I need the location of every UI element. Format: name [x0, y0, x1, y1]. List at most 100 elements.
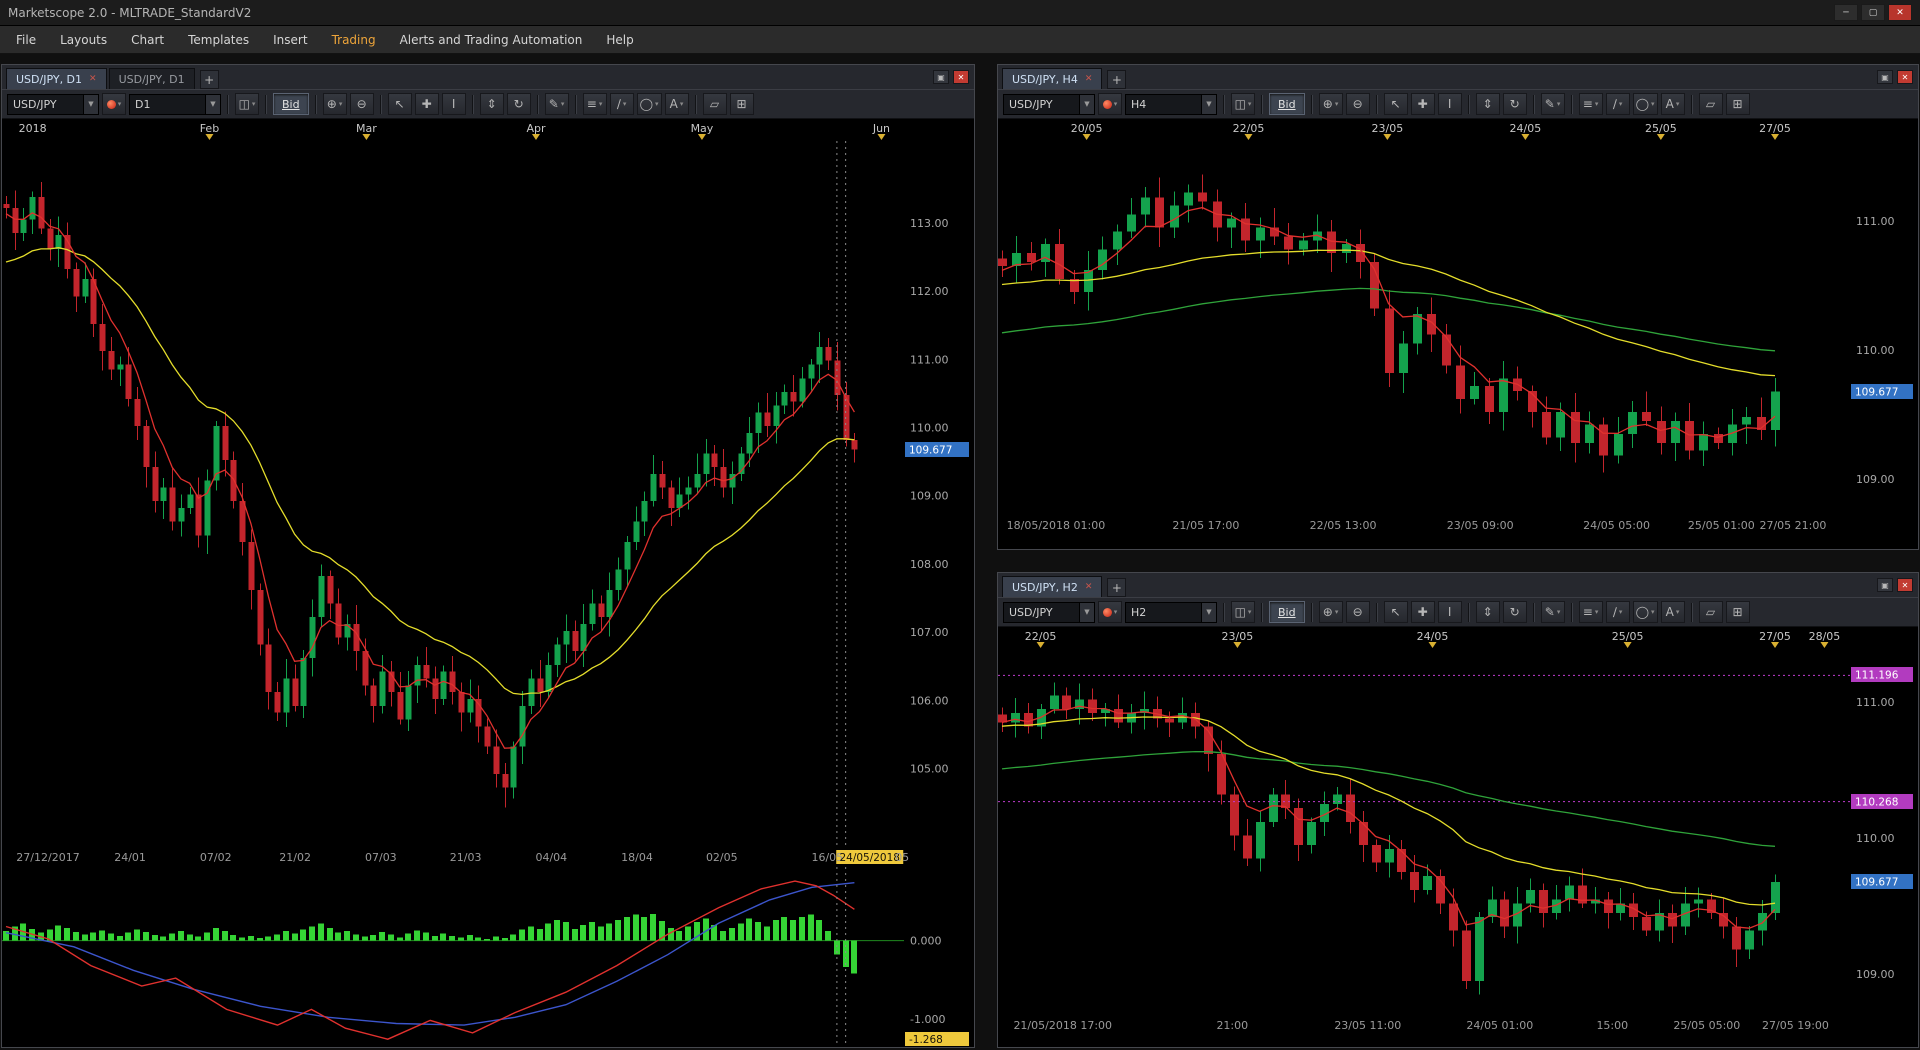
- draw-pencil-button[interactable]: ✎ ▾: [544, 93, 569, 115]
- symbol-dropdown[interactable]: USD/JPY ▼: [1003, 93, 1095, 115]
- annotations-icon: A: [669, 97, 678, 111]
- refresh-button[interactable]: ↻: [1502, 93, 1527, 115]
- instrument-menu-button[interactable]: ▾: [102, 93, 126, 115]
- toolbar-separator: [1310, 94, 1313, 114]
- dropdown-caret-icon: ▾: [1675, 608, 1680, 616]
- bid-button[interactable]: Bid: [273, 93, 309, 115]
- shapes-button[interactable]: ◯ ▾: [1632, 601, 1658, 623]
- instrument-menu-button[interactable]: ▾: [1098, 93, 1122, 115]
- maximize-button[interactable]: ▢: [1861, 4, 1885, 21]
- cursor-button[interactable]: ↖: [387, 93, 412, 115]
- refresh-button[interactable]: ↻: [506, 93, 531, 115]
- tabbar-h2: USD/JPY, H2 ✕ + ▣ ✕: [998, 573, 1918, 597]
- menu-item-layouts[interactable]: Layouts: [48, 26, 119, 53]
- menu-item-insert[interactable]: Insert: [261, 26, 319, 53]
- fit-vertical-button[interactable]: ⇕: [479, 93, 504, 115]
- crosshair-button[interactable]: ✚: [414, 93, 439, 115]
- panel-restore-button[interactable]: ▣: [1877, 70, 1893, 84]
- minimize-button[interactable]: ─: [1834, 4, 1858, 21]
- crosshair-button[interactable]: ✚: [1410, 93, 1435, 115]
- menu-item-trading[interactable]: Trading: [320, 26, 388, 53]
- menu-item-templates[interactable]: Templates: [176, 26, 261, 53]
- fit-vertical-button[interactable]: ⇕: [1475, 93, 1500, 115]
- svg-text:18/04: 18/04: [621, 851, 653, 864]
- grid-button[interactable]: ⊞: [1725, 93, 1750, 115]
- indicators-button[interactable]: ≡ ▾: [582, 93, 607, 115]
- tab-usd-jpy-h2-active[interactable]: USD/JPY, H2 ✕: [1002, 576, 1103, 597]
- refresh-button[interactable]: ↻: [1502, 601, 1527, 623]
- eraser-button[interactable]: ▱: [1698, 601, 1723, 623]
- svg-text:24/05/2018: 24/05/2018: [839, 852, 900, 864]
- tab-close-icon[interactable]: ✕: [1085, 582, 1093, 592]
- menu-item-chart[interactable]: Chart: [119, 26, 176, 53]
- zoom-in-button[interactable]: ⊕ ▾: [1318, 601, 1343, 623]
- tab-close-icon[interactable]: ✕: [89, 74, 97, 84]
- annotations-button[interactable]: A ▾: [1660, 93, 1685, 115]
- shapes-button[interactable]: ◯ ▾: [1632, 93, 1658, 115]
- trendline-button[interactable]: ∕ ▾: [1605, 93, 1630, 115]
- zoom-out-button[interactable]: ⊖: [1345, 601, 1370, 623]
- period-dropdown[interactable]: H2 ▼: [1125, 601, 1217, 623]
- panel-restore-button[interactable]: ▣: [1877, 578, 1893, 592]
- symbol-dropdown[interactable]: USD/JPY ▼: [7, 93, 99, 115]
- add-tab-button[interactable]: +: [1107, 70, 1127, 89]
- eraser-button[interactable]: ▱: [702, 93, 727, 115]
- chart-canvas-h2[interactable]: 22/05 23/05 24/05 25/05 27/05 28/05 111.00 110.…: [998, 627, 1918, 1047]
- trendline-button[interactable]: ∕ ▾: [1605, 601, 1630, 623]
- grid-button[interactable]: ⊞: [1725, 601, 1750, 623]
- trendline-button[interactable]: ∕ ▾: [609, 93, 634, 115]
- panel-close-button[interactable]: ✕: [1897, 70, 1913, 84]
- text-cursor-button[interactable]: I: [1437, 601, 1462, 623]
- chart-canvas-d1[interactable]: 2018 Feb Mar Apr May Jun 113.00 112.00 111.00 110…: [2, 119, 974, 1047]
- symbol-dropdown[interactable]: USD/JPY ▼: [1003, 601, 1095, 623]
- svg-text:-1.000: -1.000: [910, 1013, 945, 1026]
- text-cursor-button[interactable]: I: [441, 93, 466, 115]
- close-button[interactable]: ✕: [1888, 4, 1912, 21]
- annotations-button[interactable]: A ▾: [1660, 601, 1685, 623]
- indicators-button[interactable]: ≡ ▾: [1578, 93, 1603, 115]
- tab-close-icon[interactable]: ✕: [1085, 74, 1093, 84]
- crosshair-button[interactable]: ✚: [1410, 601, 1435, 623]
- zoom-out-button[interactable]: ⊖: [349, 93, 374, 115]
- indicators-icon: ≡: [1582, 97, 1593, 111]
- zoom-in-button[interactable]: ⊕ ▾: [322, 93, 347, 115]
- fit-vertical-button[interactable]: ⇕: [1475, 601, 1500, 623]
- cursor-button[interactable]: ↖: [1383, 601, 1408, 623]
- draw-pencil-button[interactable]: ✎ ▾: [1540, 601, 1565, 623]
- menu-item-alerts-and-trading-automation[interactable]: Alerts and Trading Automation: [388, 26, 595, 53]
- tab-usd-jpy-h4-active[interactable]: USD/JPY, H4 ✕: [1002, 68, 1103, 89]
- zoom-in-button[interactable]: ⊕ ▾: [1318, 93, 1343, 115]
- panel-restore-button[interactable]: ▣: [933, 70, 949, 84]
- shapes-button[interactable]: ◯ ▾: [636, 93, 662, 115]
- add-tab-button[interactable]: +: [1107, 578, 1127, 597]
- bid-button[interactable]: Bid: [1269, 601, 1305, 623]
- cursor-button[interactable]: ↖: [1383, 93, 1408, 115]
- tab-usd-jpy-d1-active[interactable]: USD/JPY, D1 ✕: [6, 68, 107, 89]
- time-axis-label: Jun: [872, 122, 890, 135]
- instrument-icon: [1102, 99, 1112, 109]
- chart-style-button[interactable]: ◫ ▾: [1231, 93, 1255, 115]
- panel-close-button[interactable]: ✕: [953, 70, 969, 84]
- period-dropdown[interactable]: H4 ▼: [1125, 93, 1217, 115]
- eraser-button[interactable]: ▱: [1698, 93, 1723, 115]
- zoom-out-button[interactable]: ⊖: [1345, 93, 1370, 115]
- instrument-menu-button[interactable]: ▾: [1098, 601, 1122, 623]
- menu-item-file[interactable]: File: [4, 26, 48, 53]
- chart-canvas-h4[interactable]: 20/05 22/05 23/05 24/05 25/05 27/05 111.00 110.…: [998, 119, 1918, 549]
- tab-usd-jpy-d1[interactable]: USD/JPY, D1: [108, 68, 195, 89]
- zoom-out-icon: ⊖: [1352, 605, 1363, 619]
- panel-close-button[interactable]: ✕: [1897, 578, 1913, 592]
- text-cursor-button[interactable]: I: [1437, 93, 1462, 115]
- chart-style-button[interactable]: ◫ ▾: [235, 93, 259, 115]
- bid-button[interactable]: Bid: [1269, 93, 1305, 115]
- draw-pencil-button[interactable]: ✎ ▾: [1540, 93, 1565, 115]
- grid-button[interactable]: ⊞: [729, 93, 754, 115]
- tab-label: USD/JPY, H2: [1012, 580, 1078, 594]
- time-axis-label: 25/05: [1612, 630, 1644, 643]
- chart-style-button[interactable]: ◫ ▾: [1231, 601, 1255, 623]
- add-tab-button[interactable]: +: [199, 70, 219, 89]
- menu-item-help[interactable]: Help: [594, 26, 645, 53]
- indicators-button[interactable]: ≡ ▾: [1578, 601, 1603, 623]
- annotations-button[interactable]: A ▾: [664, 93, 689, 115]
- period-dropdown[interactable]: D1 ▼: [129, 93, 221, 115]
